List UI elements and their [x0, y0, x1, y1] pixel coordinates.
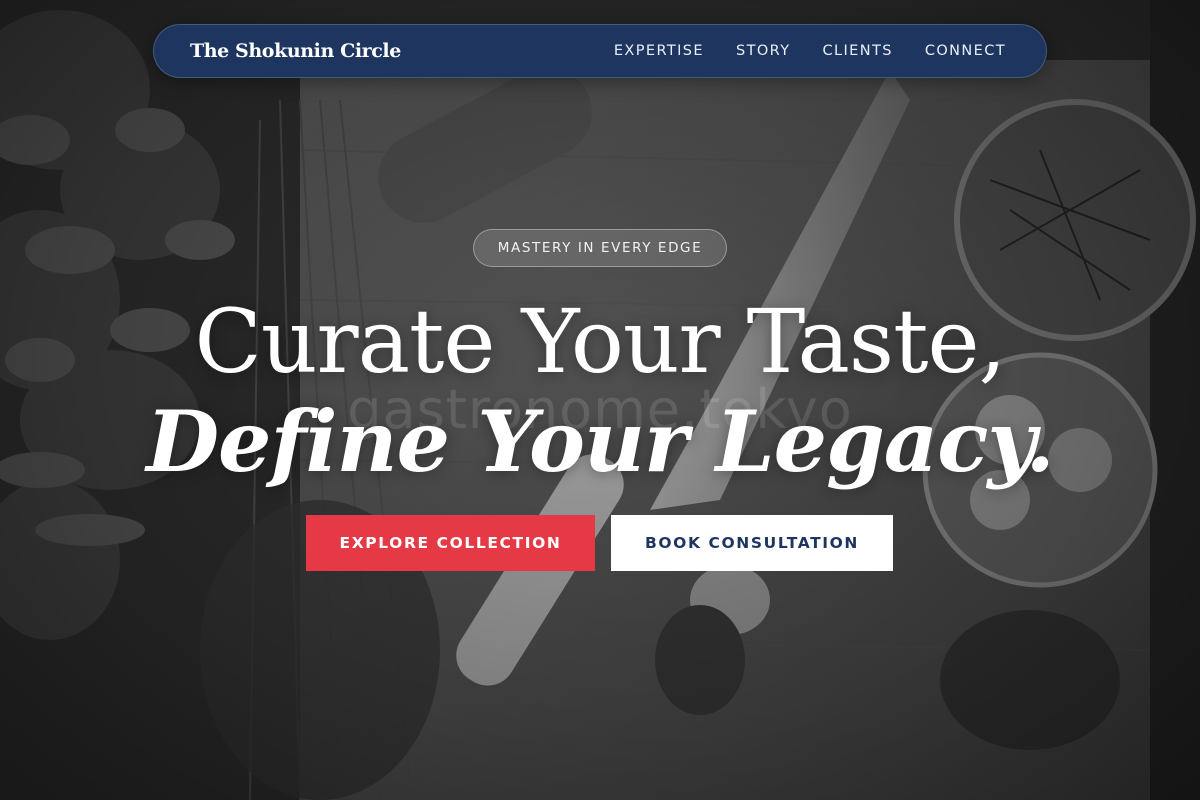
book-consultation-button[interactable]: BOOK CONSULTATION — [611, 515, 893, 571]
brand-logo-text[interactable]: The Shokunin Circle — [190, 40, 401, 62]
nav-link-story[interactable]: STORY — [720, 43, 806, 59]
explore-collection-button[interactable]: EXPLORE COLLECTION — [306, 515, 595, 571]
nav-link-clients[interactable]: CLIENTS — [806, 43, 908, 59]
nav-link-expertise[interactable]: EXPERTISE — [598, 43, 720, 59]
hero-headline-line1: Curate Your Taste, — [194, 290, 1007, 393]
nav-links: EXPERTISE STORY CLIENTS CONNECT — [598, 43, 1022, 59]
hero-headline-line2: Define Your Legacy. — [146, 392, 1055, 491]
hero-cta-group: EXPLORE COLLECTION BOOK CONSULTATION — [306, 515, 893, 571]
hero-headline: Curate Your Taste, Define Your Legacy. — [0, 290, 1200, 490]
top-navigation-bar: The Shokunin Circle EXPERTISE STORY CLIE… — [153, 24, 1047, 78]
hero-tagline-badge: MASTERY IN EVERY EDGE — [473, 229, 727, 267]
nav-link-connect[interactable]: CONNECT — [909, 43, 1022, 59]
